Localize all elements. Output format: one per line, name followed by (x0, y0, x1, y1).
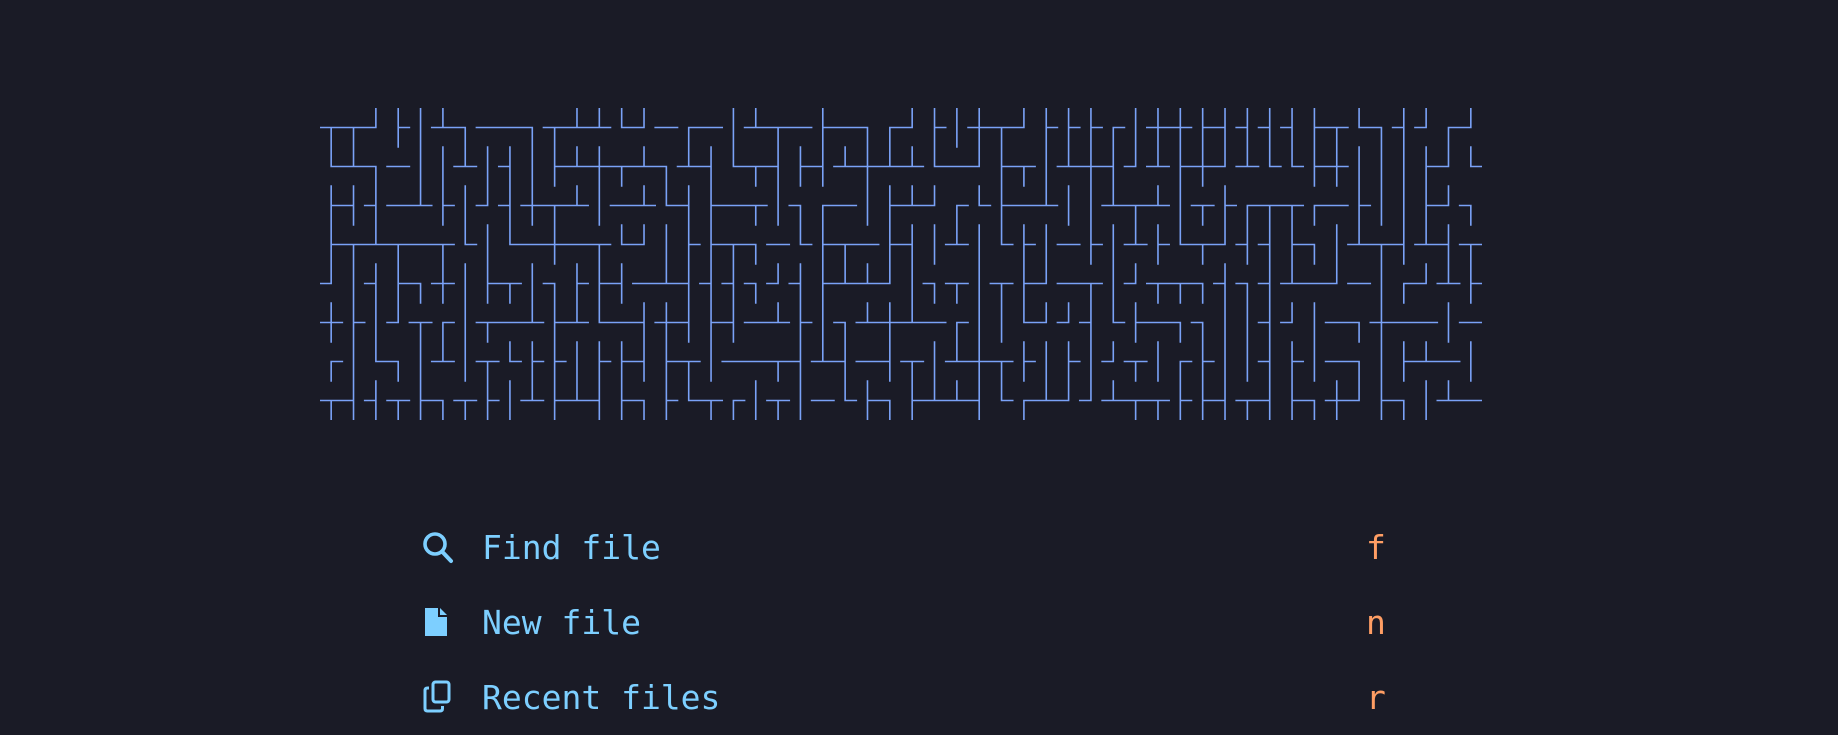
shortcut-key: n (1366, 603, 1386, 642)
shortcut-key: f (1366, 528, 1386, 567)
menu-item-label: Recent files (482, 678, 721, 717)
banner-maze-lines (320, 108, 1482, 420)
menu-item-label: New file (482, 603, 641, 642)
menu-item-recent-files[interactable]: Recent files r (420, 668, 1396, 735)
menu-item-label: Find file (482, 528, 661, 567)
menu-item-find-file[interactable]: Find file f (420, 518, 1396, 593)
search-icon (422, 530, 454, 564)
copy-icon (422, 680, 454, 714)
dashboard-menu: Find file f New file n Recent files r (420, 518, 1396, 735)
shortcut-key: r (1366, 678, 1386, 717)
dashboard-banner-art (320, 108, 1482, 420)
menu-item-new-file[interactable]: New file n (420, 593, 1396, 668)
file-icon (422, 605, 454, 639)
